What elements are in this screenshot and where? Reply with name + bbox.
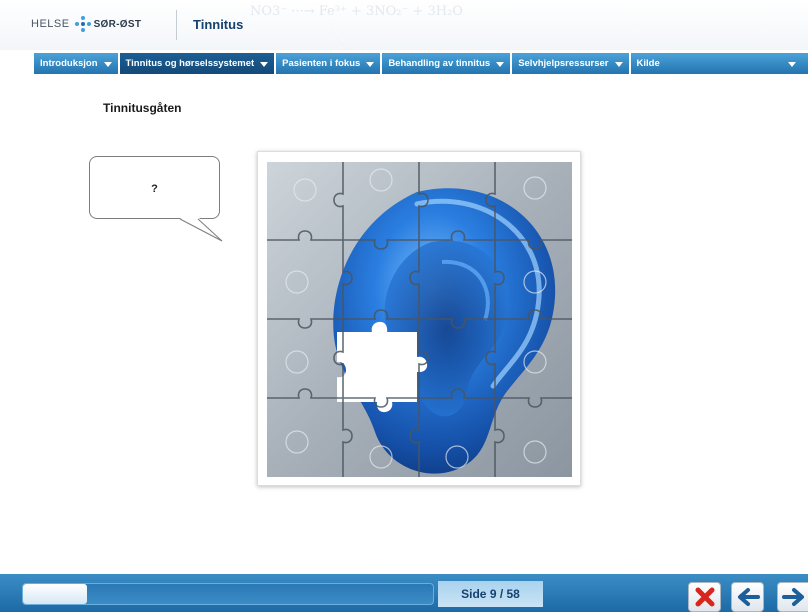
tab-label: Tinnitus og hørselssystemet [125,58,255,69]
chevron-down-icon [614,62,623,67]
logo-text-helse: HELSE [31,18,70,30]
tab-kilde[interactable]: Kilde [630,53,808,74]
ear-puzzle-icon [267,162,572,477]
chevron-down-icon [260,62,269,67]
main-nav: Introduksjon Tinnitus og hørselssystemet… [34,53,808,74]
tab-tinnitus-og-horselssystemet[interactable]: Tinnitus og hørselssystemet [119,53,277,74]
app-title: Tinnitus [193,17,244,32]
chevron-down-icon [366,62,375,67]
page-title: Tinnitusgåten [103,101,182,115]
ear-puzzle-image [257,151,581,486]
previous-page-button[interactable] [731,582,764,612]
arrow-right-icon [782,588,804,606]
question-speech-bubble[interactable]: ? [89,156,220,219]
speech-bubble-tail [178,217,223,242]
tab-introduksjon[interactable]: Introduksjon [34,53,120,74]
tab-behandling-av-tinnitus[interactable]: Behandling av tinnitus [382,53,513,74]
app-header: NO3⁻ ···→ Fe³⁺ + 3NO₂⁻ + 3H₂O HELSE SØR-… [0,0,808,50]
tab-label: Pasienten i fokus [282,58,361,69]
footer-bar: Side 9 / 58 [0,574,808,612]
bubble-question-mark: ? [151,183,158,195]
tab-label: Selvhjelpsressurser [518,58,609,69]
logo-text-sor-ost: SØR-ØST [93,18,142,30]
tab-label: Behandling av tinnitus [388,58,491,69]
logo-dots-icon [74,16,91,32]
close-button[interactable] [688,582,721,612]
arrow-left-icon [737,588,760,606]
chevron-down-icon [496,62,505,67]
header-watermark: NO3⁻ ···→ Fe³⁺ + 3NO₂⁻ + 3H₂O [250,4,463,19]
page-counter: Side 9 / 58 [438,581,543,607]
header-divider [176,10,177,40]
progress-bar-fill [23,584,87,604]
chevron-down-icon [103,62,112,67]
progress-bar [22,583,434,605]
tab-selvhjelpsressurser[interactable]: Selvhjelpsressurser [512,53,631,74]
next-page-button[interactable] [777,582,808,612]
close-x-icon [695,587,714,607]
tab-pasienten-i-fokus[interactable]: Pasienten i fokus [276,53,383,74]
tab-label: Introduksjon [40,58,98,69]
tab-label: Kilde [636,58,660,69]
chevron-down-icon [788,62,796,67]
helse-sor-ost-logo: HELSE SØR-ØST [31,16,141,32]
